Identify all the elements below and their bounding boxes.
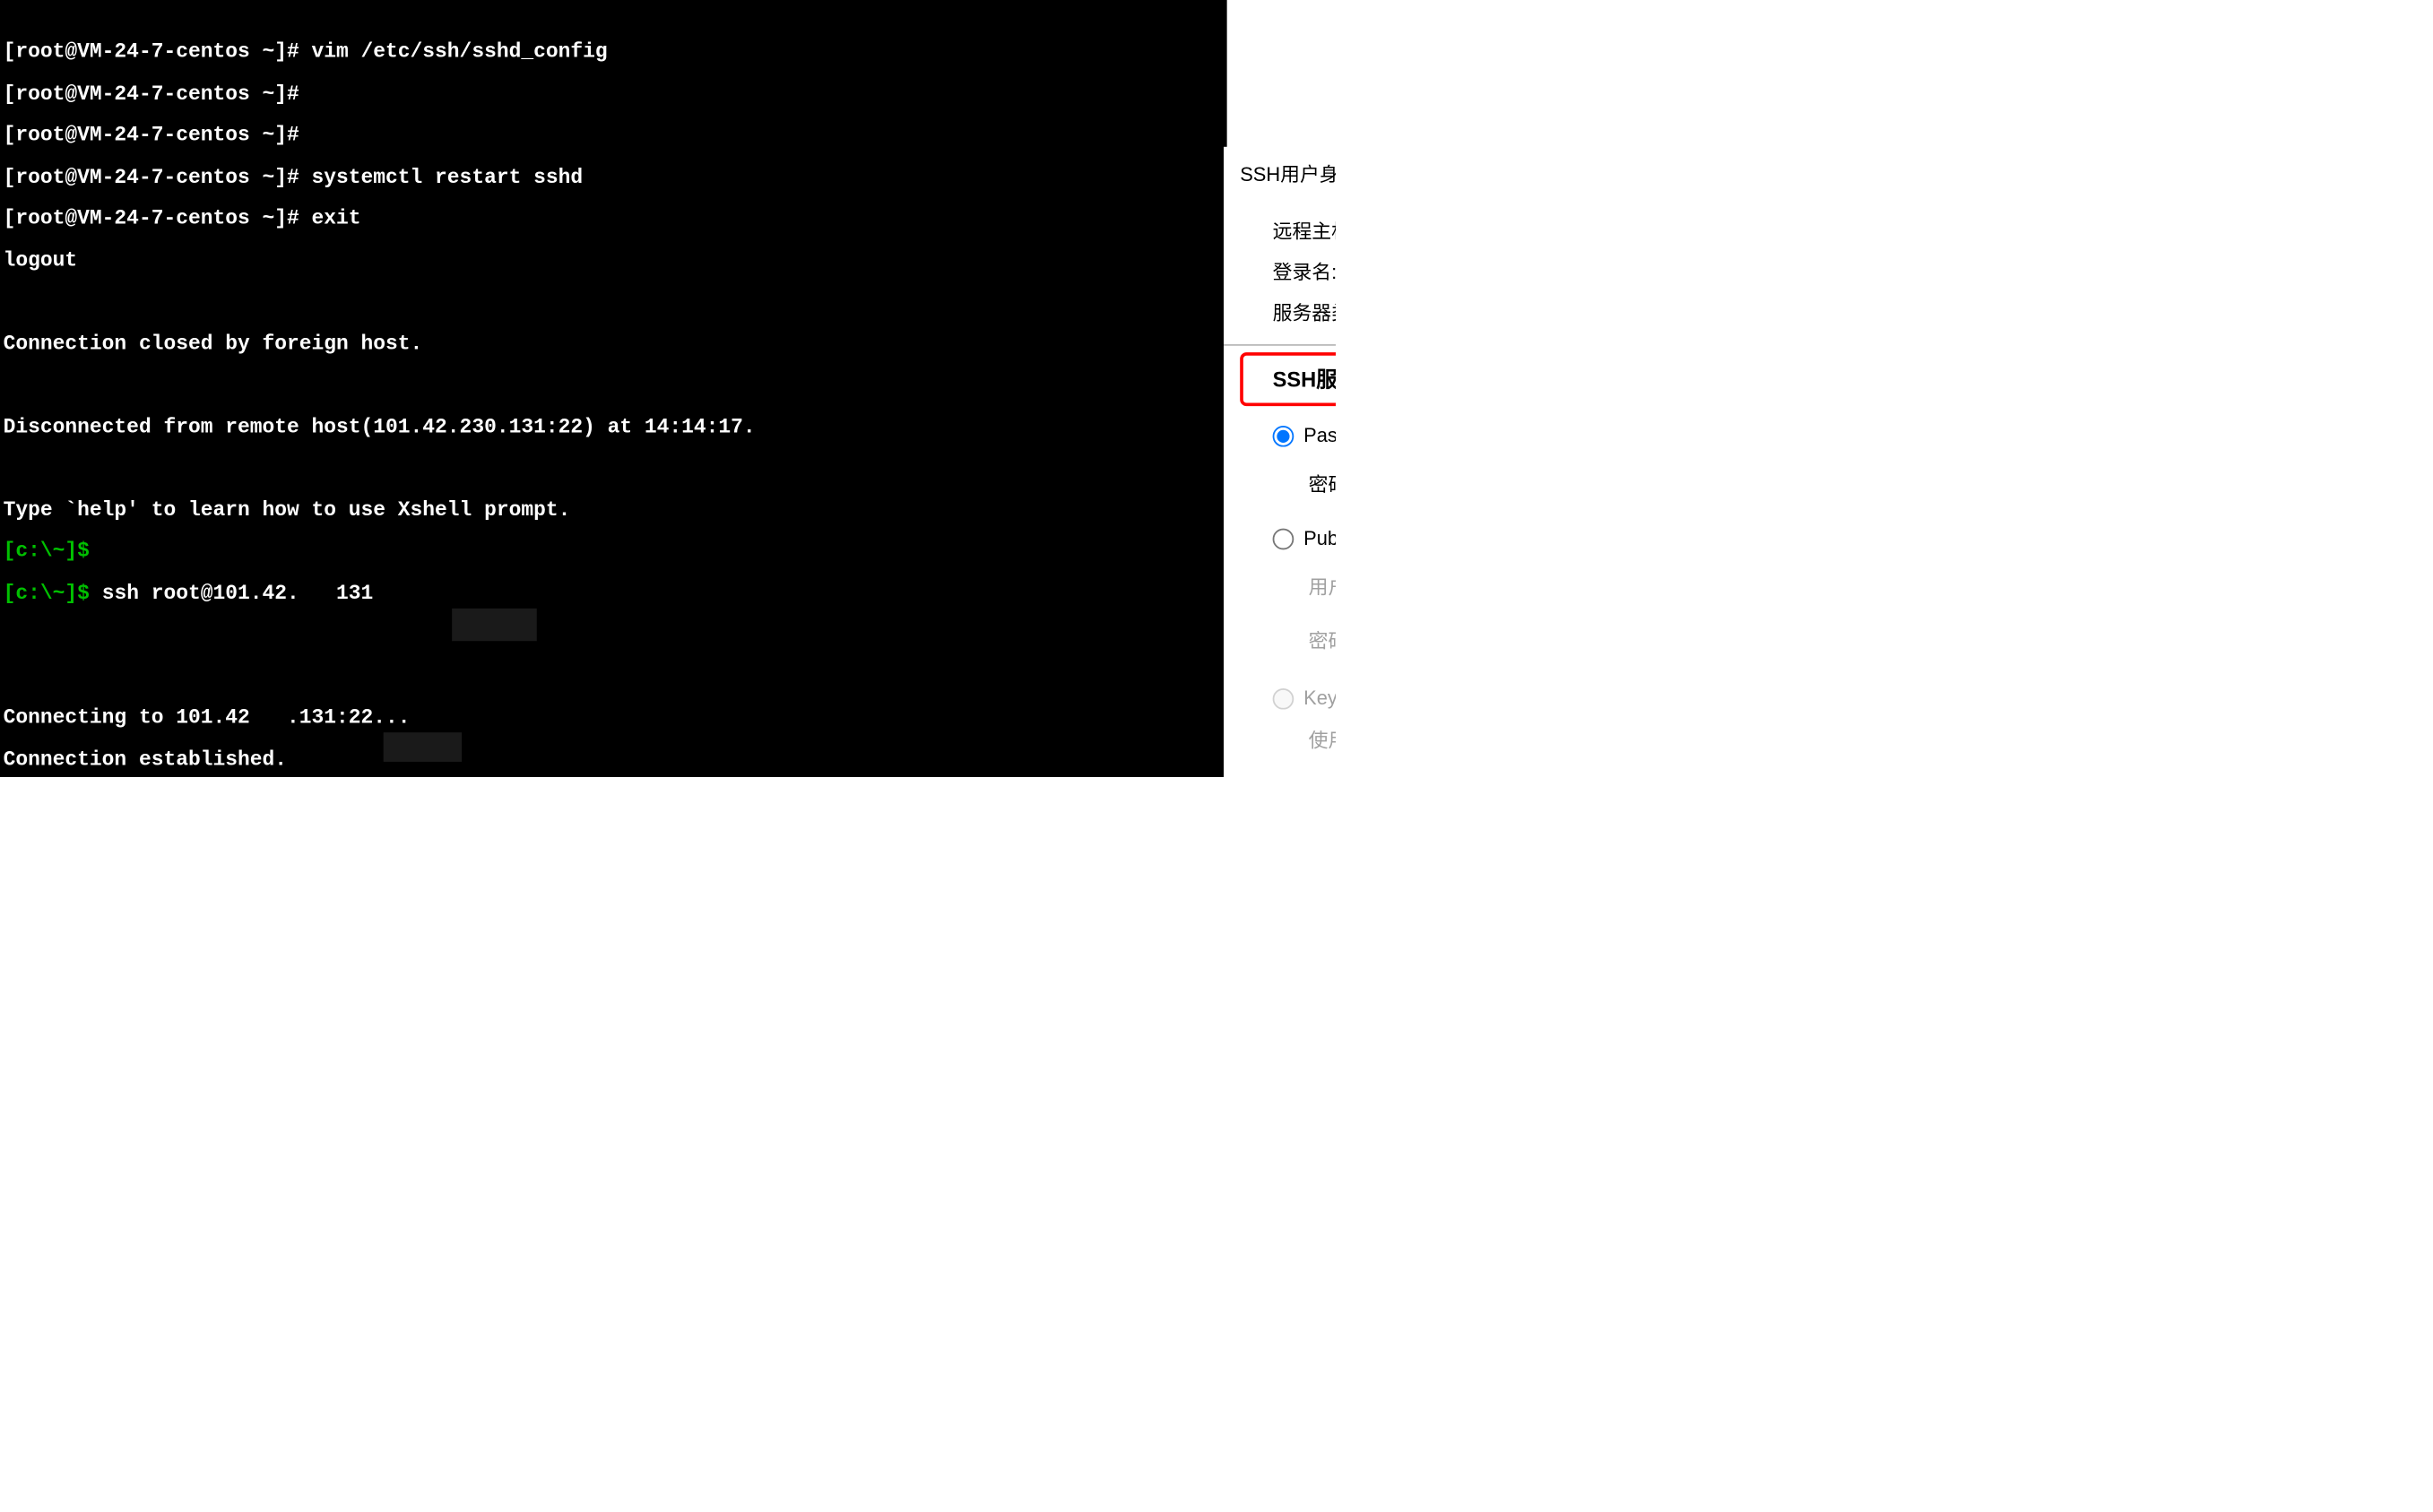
ip-blur-2 <box>384 732 462 762</box>
logout-text: logout <box>4 249 78 272</box>
ki-radio <box>1273 687 1294 709</box>
root-prompt-2: [root@VM-24-7-centos ~]# <box>4 82 312 105</box>
help-1: Type `help' to learn how to use Xshell p… <box>4 498 571 521</box>
publickey-section: Public Key(U) 用户密钥(K): 浏览(B)... ▾ 密码(H): <box>1224 514 1336 670</box>
ki-hint: 使用键盘输入用户身份验证。 <box>1273 720 1336 754</box>
publickey-radio-label: Public Key(U) <box>1303 527 1336 549</box>
cmd-restart: systemctl restart sshd <box>312 166 584 188</box>
server-type-label: 服务器类型: <box>1273 298 1336 326</box>
cmd-vim: vim /etc/ssh/sshd_config <box>312 41 608 64</box>
remote-host-label: 远程主机: <box>1273 217 1336 245</box>
userkey-label: 用户密钥(K): <box>1309 573 1336 600</box>
ip-blur-1 <box>452 609 537 641</box>
root-prompt-5: [root@VM-24-7-centos ~]# <box>4 207 312 229</box>
password-radio-label: Password(P) <box>1303 424 1336 446</box>
publickey-radio[interactable] <box>1273 528 1294 549</box>
password-label: 密码(W): <box>1309 470 1336 497</box>
ki-radio-label: Keyboard Interactive(I) <box>1303 687 1336 709</box>
pk-password-label: 密码(H): <box>1309 626 1336 654</box>
dialog-info: 远程主机: 101.42 31:22 (%default%) 登录名: root… <box>1224 201 1336 342</box>
error-message: SSH服务器拒绝了密码。请再试一次。 <box>1240 352 1336 406</box>
root-prompt-1: [root@VM-24-7-centos ~]# <box>4 41 312 64</box>
connecting-1: Connecting to 101.42 .131:22... <box>4 706 411 729</box>
disconnected-1: Disconnected from remote host(101.42.230… <box>4 415 756 437</box>
ki-section: Keyboard Interactive(I) 使用键盘输入用户身份验证。 <box>1224 670 1336 760</box>
root-prompt-4: [root@VM-24-7-centos ~]# <box>4 166 312 188</box>
password-radio[interactable] <box>1273 425 1294 446</box>
terminal[interactable]: [root@VM-24-7-centos ~]# vim /etc/ssh/ss… <box>0 0 1227 777</box>
ssh-cmd-1: ssh root@101.42. 131 <box>102 582 374 604</box>
established-1: Connection established. <box>4 747 287 770</box>
dialog-title: SSH用户身份验证 <box>1240 160 1336 187</box>
closed-1: Connection closed by foreign host. <box>4 332 423 354</box>
cx-prompt-2: [c:\~]$ <box>4 582 102 604</box>
password-section: Password(P) 密码(W): <box>1224 411 1336 514</box>
cx-prompt-1: [c:\~]$ <box>4 540 102 562</box>
root-prompt-3: [root@VM-24-7-centos ~]# <box>4 124 312 146</box>
dialog-titlebar[interactable]: SSH用户身份验证 ? <box>1224 147 1336 201</box>
ssh-auth-dialog: SSH用户身份验证 ? 远程主机: 101.42 31:22 (%default… <box>1224 147 1336 777</box>
cmd-exit: exit <box>312 207 361 229</box>
login-label: 登录名: <box>1273 258 1336 286</box>
